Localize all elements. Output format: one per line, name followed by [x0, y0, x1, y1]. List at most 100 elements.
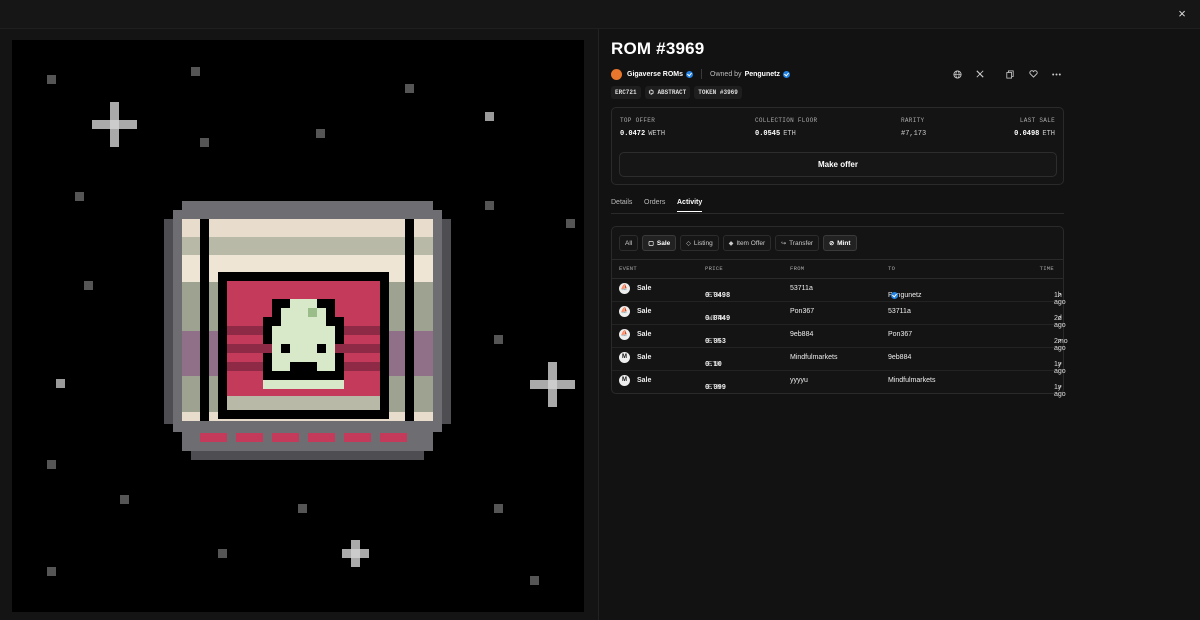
collection-avatar — [611, 68, 622, 80]
transfer-icon: ↪ — [781, 240, 787, 247]
detail-tabs: Details Orders Activity — [611, 197, 1064, 214]
table-row[interactable]: M Sale 0.099 ETH yyyyu Mindfulmarkets 1y … — [612, 370, 1066, 398]
external-link-icon: ↗ — [1057, 293, 1063, 299]
stat-collection-floor: COLLECTION FLOOR 0.0545 ETH — [755, 117, 817, 138]
copy-icon[interactable] — [1002, 67, 1018, 81]
event-label: Sale — [637, 285, 652, 292]
activity-card: All ▢ Sale ◇ Listing ◆ Item Offer ↪ Transfer… — [611, 226, 1068, 398]
stat-last-sale: LAST SALE 0.0498 ETH — [1014, 117, 1055, 138]
stat-unit: ETH — [1042, 130, 1055, 138]
globe-icon[interactable] — [949, 67, 965, 81]
stat-unit: WETH — [648, 130, 666, 138]
from-link[interactable]: 53711a — [790, 285, 813, 292]
stat-value: 0.0498 — [1014, 130, 1040, 138]
filter-label: Listing — [693, 239, 713, 247]
event-label: Sale — [637, 308, 652, 315]
price-unit: ETH — [708, 384, 721, 392]
stat-label: RARITY — [901, 117, 925, 124]
tag-icon: ◇ — [686, 240, 691, 247]
col-price: PRICE — [705, 265, 724, 272]
stat-label: LAST SALE — [1019, 117, 1055, 124]
close-button[interactable]: × — [1172, 4, 1192, 24]
filter-transfer[interactable]: ↪ Transfer — [775, 235, 820, 251]
more-icon[interactable] — [1048, 67, 1064, 81]
price-unit: WETH — [708, 315, 725, 323]
activity-filters: All ▢ Sale ◇ Listing ◆ Item Offer ↪ Transfer… — [619, 235, 857, 251]
col-time: TIME — [1039, 265, 1054, 272]
nft-artwork[interactable] — [12, 40, 584, 612]
price-unit: ETH — [708, 361, 721, 369]
tab-details[interactable]: Details — [611, 199, 632, 206]
external-link-icon: ↗ — [1057, 316, 1063, 322]
tag-chain[interactable]: ⌬ ABSTRACT — [644, 86, 691, 99]
filter-label: Transfer — [789, 239, 814, 247]
filter-label: Sale — [656, 239, 671, 247]
price-unit: ETH — [708, 292, 721, 300]
opensea-icon: ⛵ — [619, 329, 630, 340]
page-title: ROM #3969 — [611, 39, 705, 58]
stat-unit: ETH — [783, 130, 796, 138]
filter-item-offer[interactable]: ◆ Item Offer — [722, 235, 772, 251]
tag-standard: ERC721 — [611, 86, 641, 99]
top-bar: × — [0, 0, 1200, 29]
event-label: Sale — [637, 377, 652, 384]
filter-label: Mint — [837, 239, 851, 247]
opensea-icon: ⛵ — [619, 306, 630, 317]
opensea-icon: ⛵ — [619, 283, 630, 294]
tag-chain-label: ABSTRACT — [657, 89, 687, 96]
mint-icon: ⊘ — [829, 240, 835, 247]
filter-label: All — [625, 239, 633, 247]
to-link[interactable]: 53711a — [888, 308, 911, 315]
collection-owner-row: Gigaverse ROMs Owned by Pengunetz — [611, 67, 1064, 81]
owner-link[interactable]: Pengunetz — [745, 71, 780, 78]
tab-orders[interactable]: Orders — [644, 199, 665, 206]
from-link[interactable]: 9eb884 — [790, 331, 813, 338]
heart-icon[interactable] — [1025, 67, 1041, 81]
offer-icon: ◆ — [728, 240, 734, 247]
table-row[interactable]: M Sale 0.10 ETH Mindfulmarkets 9eb884 1y … — [612, 347, 1066, 375]
stat-label: COLLECTION FLOOR — [755, 117, 818, 124]
filter-mint[interactable]: ⊘ Mint — [823, 235, 857, 251]
stat-value: 0.0472 — [620, 130, 646, 138]
bag-icon: ▢ — [648, 240, 654, 247]
stat-top-offer: TOP OFFER 0.0472 WETH — [620, 117, 665, 138]
collection-link[interactable]: Gigaverse ROMs — [627, 71, 683, 78]
to-link[interactable]: Pon367 — [888, 331, 912, 338]
table-row[interactable]: ⛵ Sale 0.0498 ETH 53711a Pengunetz 1h ago… — [612, 278, 1066, 306]
external-link-icon: ↗ — [1057, 385, 1063, 391]
from-link[interactable]: yyyyu — [790, 377, 808, 384]
to-link[interactable]: 9eb884 — [888, 354, 911, 361]
filter-sale[interactable]: ▢ Sale — [642, 235, 677, 251]
stat-label: TOP OFFER — [620, 117, 656, 124]
filter-listing[interactable]: ◇ Listing — [680, 235, 719, 251]
header-actions — [942, 67, 1064, 81]
stat-value: #7,173 — [901, 130, 927, 138]
table-row[interactable]: ⛵ Sale 0.053 ETH 9eb884 Pon367 2mo ago ↗ — [612, 324, 1068, 352]
activity-table-header: EVENT PRICE FROM TO TIME — [612, 259, 1063, 279]
table-row[interactable]: ⛵ Sale 0.0449 WETH Pon367 53711a 2d ago ↗ — [612, 301, 1066, 329]
col-to: TO — [888, 265, 896, 272]
filter-label: Item Offer — [736, 239, 766, 247]
from-link[interactable]: Pon367 — [790, 308, 814, 315]
price-unit: ETH — [708, 338, 721, 346]
x-logo-icon[interactable] — [972, 67, 988, 81]
artwork-pane — [0, 29, 599, 620]
make-offer-button[interactable]: Make offer — [619, 152, 1057, 177]
tag-token-id: TOKEN #3969 — [694, 86, 742, 99]
stat-rarity: RARITY #7,173 — [901, 117, 926, 138]
stat-value: 0.0545 — [755, 130, 781, 138]
verified-badge-icon — [782, 70, 790, 78]
filter-all[interactable]: All — [619, 235, 639, 251]
owned-by-label: Owned by — [710, 70, 742, 78]
magiceden-icon: M — [619, 352, 630, 363]
pixel-art-image — [47, 67, 575, 585]
token-tags: ERC721 ⌬ ABSTRACT TOKEN #3969 — [611, 86, 742, 99]
to-link[interactable]: Mindfulmarkets — [888, 377, 935, 384]
verified-badge-icon — [891, 292, 898, 299]
price-stats-card: TOP OFFER 0.0472 WETH COLLECTION FLOOR 0.… — [611, 107, 1064, 185]
event-label: Sale — [637, 331, 652, 338]
verified-badge-icon — [686, 70, 694, 78]
from-link[interactable]: Mindfulmarkets — [790, 354, 837, 361]
magiceden-icon: M — [619, 375, 630, 386]
tab-activity[interactable]: Activity — [677, 199, 703, 212]
